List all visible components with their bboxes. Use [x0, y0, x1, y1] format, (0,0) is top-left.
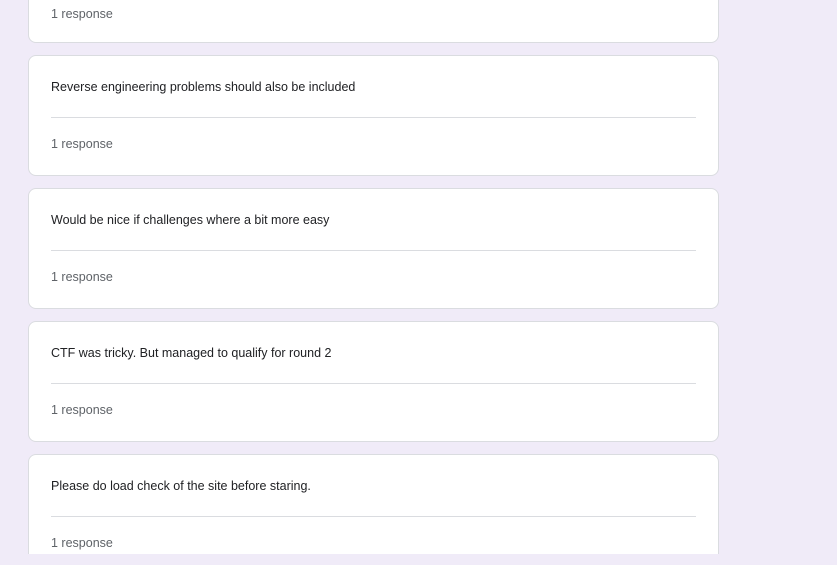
response-card: CTF was tricky. But managed to qualify f…	[28, 321, 719, 442]
response-answer: Reverse engineering problems should also…	[51, 80, 356, 94]
response-count: 1 response	[51, 270, 113, 284]
page-background-strip	[0, 554, 837, 565]
response-count: 1 response	[51, 403, 113, 417]
response-card: 1 response	[28, 0, 719, 43]
response-count: 1 response	[51, 7, 113, 21]
response-count: 1 response	[51, 137, 113, 151]
response-answer: Please do load check of the site before …	[51, 479, 311, 493]
response-count: 1 response	[51, 536, 113, 550]
divider	[51, 516, 696, 517]
response-answer: Would be nice if challenges where a bit …	[51, 213, 330, 227]
response-card: Please do load check of the site before …	[28, 454, 719, 565]
response-card: Reverse engineering problems should also…	[28, 55, 719, 176]
divider	[51, 117, 696, 118]
response-answer: CTF was tricky. But managed to qualify f…	[51, 346, 332, 360]
response-list: 1 response Reverse engineering problems …	[0, 0, 837, 565]
response-card: Would be nice if challenges where a bit …	[28, 188, 719, 309]
divider	[51, 383, 696, 384]
divider	[51, 250, 696, 251]
